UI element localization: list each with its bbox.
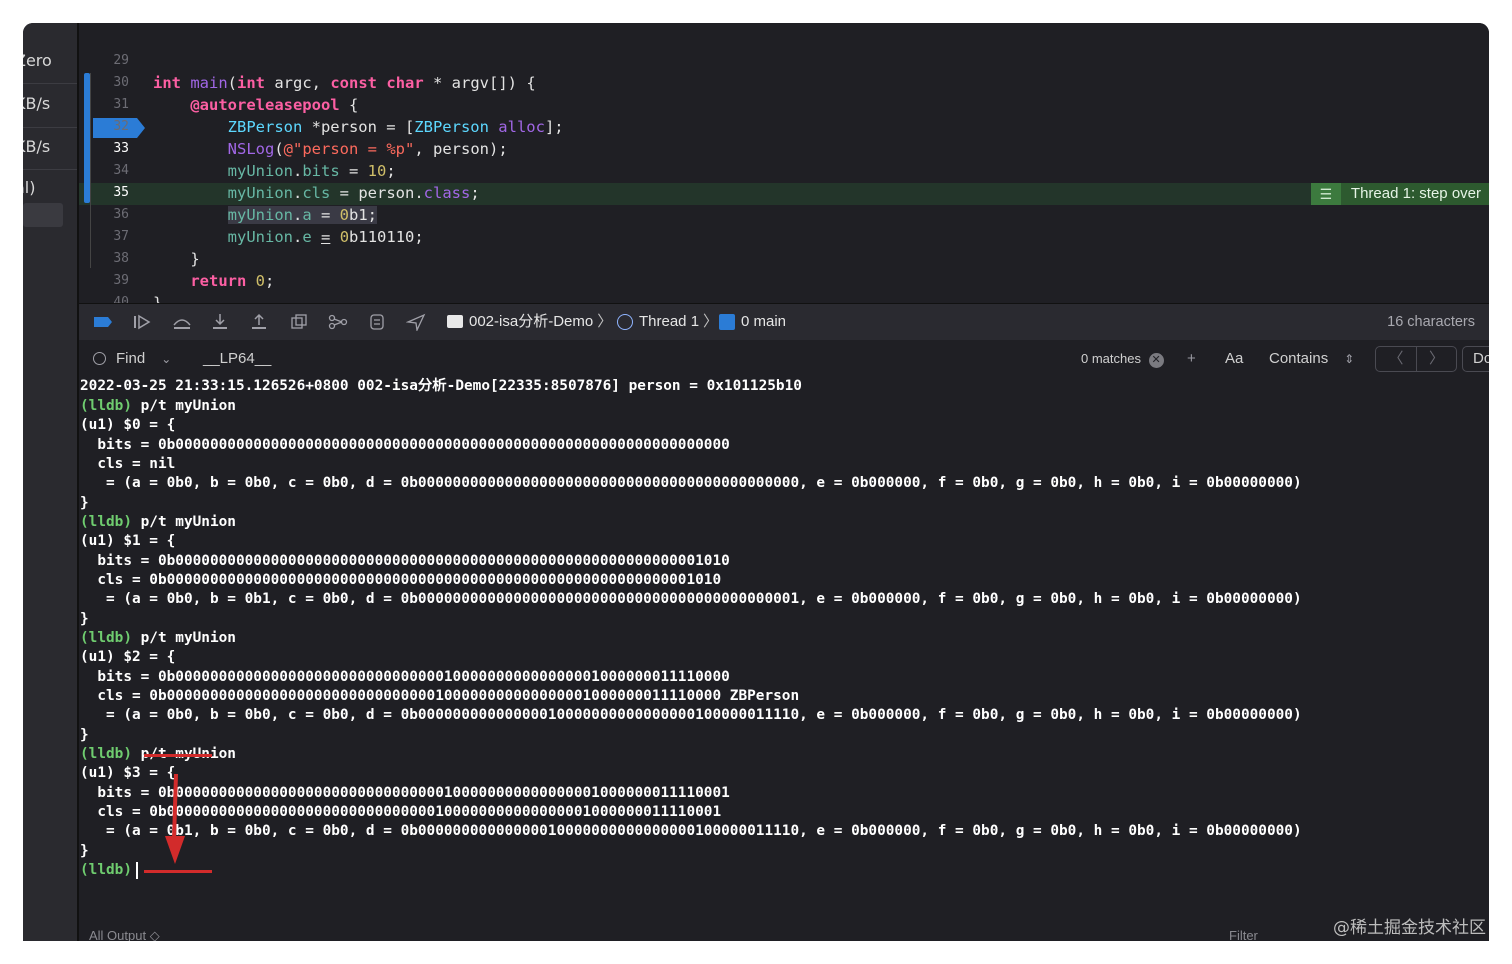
annotation-underline xyxy=(144,870,212,873)
code-line: 34 myUnion.cls = person.class; xyxy=(79,138,1489,202)
breadcrumb-frame[interactable]: 0 main xyxy=(719,312,786,332)
previous-match-button[interactable]: 〈 xyxy=(1376,347,1417,371)
output-filter-dropdown[interactable]: All Output ◇ xyxy=(89,928,160,941)
annotation-arrow-icon xyxy=(165,774,185,864)
lldb-console[interactable]: 2022-03-25 21:33:15.126526+0800 002-isa分… xyxy=(79,376,1489,936)
annotation-underline xyxy=(144,754,212,757)
sidebar-item-total[interactable]: al) xyxy=(23,178,77,197)
chevron-right-icon: 〉 xyxy=(597,313,613,330)
thread-status-badge[interactable]: ☰ Thread 1: step over xyxy=(1310,183,1489,205)
console-line: cls = 0b00000000000000000000000000000000… xyxy=(80,572,722,588)
step-out-icon[interactable] xyxy=(249,313,269,331)
sidebar-divider xyxy=(23,169,77,170)
console-line: bits = 0b0000000000000000000000000000000… xyxy=(80,553,730,569)
search-icon xyxy=(93,351,106,365)
environment-overrides-icon[interactable] xyxy=(367,313,387,331)
code-line: 29 int main(int argc, const char * argv[… xyxy=(79,28,1489,92)
code-line: 31 ZBPerson *person = [ZBPerson alloc]; xyxy=(79,72,1489,136)
clear-icon[interactable]: ✕ xyxy=(1148,353,1164,368)
console-line: } xyxy=(80,611,89,627)
console-line: } xyxy=(80,495,89,511)
console-line: } xyxy=(80,843,89,859)
find-input[interactable]: __LP64__ xyxy=(203,349,271,369)
console-line: (u1) $1 = { xyxy=(80,533,176,549)
view-hierarchy-icon[interactable] xyxy=(289,313,309,331)
code-line: 36 myUnion.e = 0b110110; xyxy=(79,182,1489,246)
console-prompt-line: (lldb) p/t myUnion xyxy=(80,514,236,530)
console-line: 2022-03-25 21:33:15.126526+0800 002-isa分… xyxy=(80,378,802,394)
character-count: 16 characters xyxy=(1387,314,1475,330)
console-line: = (a = 0b0, b = 0b0, c = 0b0, d = 0b0000… xyxy=(80,707,1302,723)
list-icon: ☰ xyxy=(1310,183,1341,205)
add-pattern-icon[interactable]: + xyxy=(1187,349,1196,369)
console-line: (u1) $0 = { xyxy=(80,417,176,433)
console-line: = (a = 0b1, b = 0b0, c = 0b0, d = 0b0000… xyxy=(80,823,1302,839)
user-frame-icon xyxy=(719,314,735,331)
updown-chevron-icon: ⇕ xyxy=(1344,352,1355,366)
thread-status-text: Thread 1: step over xyxy=(1350,185,1481,202)
chevron-down-icon: ⌄ xyxy=(161,352,172,366)
next-match-button[interactable]: 〉 xyxy=(1417,347,1456,371)
code-line: 38 return 0; xyxy=(79,226,1489,290)
prev-next-segmented: 〈 〉 xyxy=(1375,346,1457,372)
find-bar: Find ⌄ __LP64__ 0 matches ✕ + Aa Contains… xyxy=(79,340,1489,378)
console-line: (u1) $2 = { xyxy=(80,649,176,665)
breadcrumb-thread[interactable]: Thread 1 〉 xyxy=(617,312,718,332)
console-prompt-line: (lldb) p/t myUnion xyxy=(80,630,236,646)
console-line: = (a = 0b0, b = 0b0, c = 0b0, d = 0b0000… xyxy=(80,475,1302,491)
step-into-icon[interactable] xyxy=(210,313,230,331)
console-line: cls = 0b00000000000000000000000000000001… xyxy=(80,688,800,704)
chevron-right-icon: 〉 xyxy=(703,313,719,330)
debug-toolbar: 002-isa分析-Demo 〉 Thread 1 〉 0 main 16 char… xyxy=(79,303,1489,341)
text-cursor xyxy=(135,861,138,879)
console-line: } xyxy=(80,727,89,743)
code-line: 33 myUnion.bits = 10; xyxy=(79,116,1489,180)
find-mode-dropdown[interactable]: Find ⌄ xyxy=(93,349,171,369)
memory-graph-icon[interactable] xyxy=(328,313,348,331)
code-line: 40 xyxy=(79,270,1489,310)
console-line: (u1) $3 = { xyxy=(80,765,176,781)
console-footer: All Output ◇ Filter xyxy=(79,928,1489,941)
console-prompt-line[interactable]: (lldb) xyxy=(80,861,138,880)
console-line: bits = 0b0000000000000000000000000000000… xyxy=(80,669,730,685)
code-line: 32 NSLog(@"person = %p", person); xyxy=(79,94,1489,158)
sidebar-item-disk-write[interactable]: KB/s xyxy=(23,137,77,156)
match-count: 0 matches ✕ xyxy=(1081,349,1164,369)
sidebar-divider xyxy=(23,127,77,128)
code-line: 37 } xyxy=(79,204,1489,268)
thread-icon xyxy=(617,314,633,331)
case-sensitive-toggle[interactable]: Aa xyxy=(1225,349,1243,369)
console-prompt-line: (lldb) p/t myUnion xyxy=(80,398,236,414)
xcode-window: Zero KB/s KB/s al) 29 int main(int argc,… xyxy=(23,23,1489,941)
watermark: @稀土掘金技术社区 xyxy=(1333,918,1486,938)
code-line: 39 } xyxy=(79,248,1489,312)
console-line: cls = nil xyxy=(80,456,176,472)
console-line: = (a = 0b0, b = 0b1, c = 0b0, d = 0b0000… xyxy=(80,591,1302,607)
simulate-location-icon[interactable] xyxy=(405,313,426,333)
source-editor[interactable]: 29 int main(int argc, const char * argv[… xyxy=(79,23,1489,312)
step-over-icon[interactable] xyxy=(172,313,192,331)
code-line: 35 myUnion.a = 0b1; xyxy=(79,160,1489,224)
console-line: bits = 0b0000000000000000000000000000000… xyxy=(80,437,730,453)
match-mode-dropdown[interactable]: Contains ⇕ xyxy=(1269,349,1354,369)
sidebar-item-disk-read[interactable]: KB/s xyxy=(23,94,77,113)
terminal-icon xyxy=(447,314,463,328)
sidebar-selection xyxy=(23,203,63,227)
breadcrumb-scheme[interactable]: 002-isa分析-Demo 〉 xyxy=(447,312,612,332)
continue-icon[interactable] xyxy=(132,313,152,331)
sidebar-divider xyxy=(23,83,77,84)
filter-field[interactable]: Filter xyxy=(1229,928,1258,941)
sidebar-item-zero[interactable]: Zero xyxy=(23,51,77,70)
code-line: 30 @autoreleasepool { xyxy=(79,50,1489,114)
debug-navigator-sidebar: Zero KB/s KB/s al) xyxy=(23,23,78,941)
done-button[interactable]: Dc xyxy=(1462,346,1489,372)
breakpoints-toggle-icon[interactable] xyxy=(93,313,113,331)
